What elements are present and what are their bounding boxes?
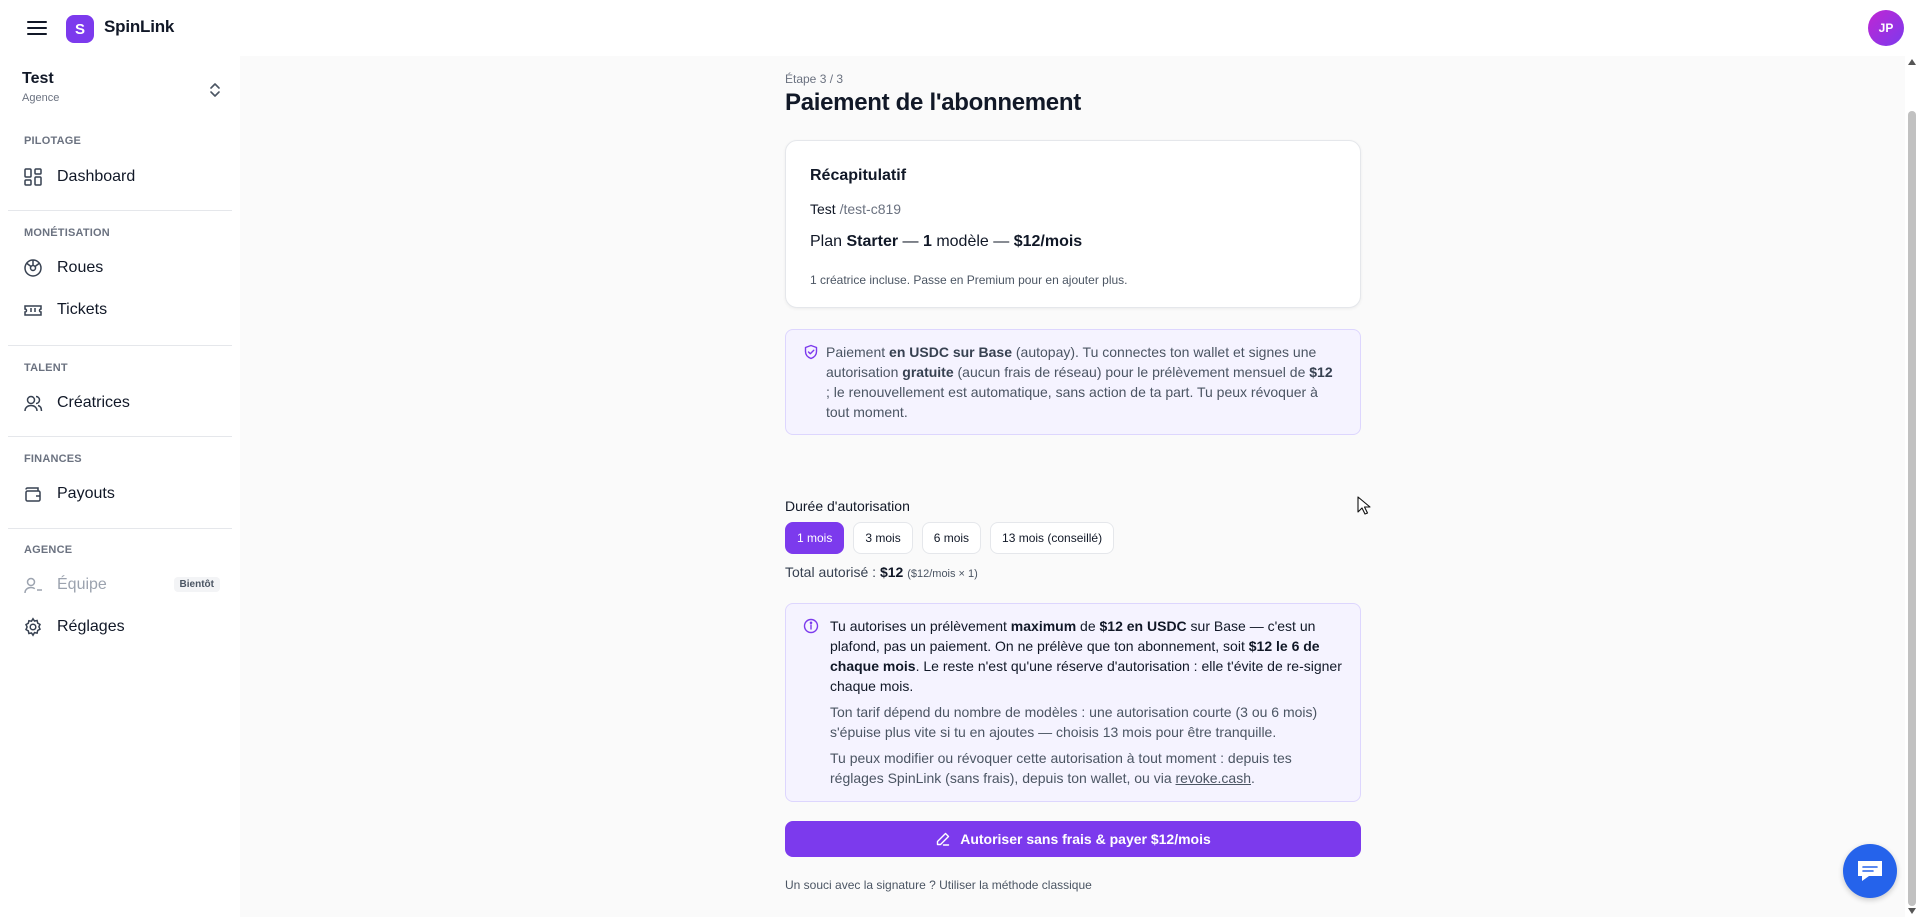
duration-selector: 1 mois 3 mois 6 mois 13 mois (conseillé)	[785, 522, 1115, 554]
plan-models-count: 1	[922, 233, 932, 250]
sidebar-divider	[8, 210, 232, 211]
plan-separator: —	[993, 233, 1010, 250]
workspace-name: Test	[22, 70, 54, 87]
sidebar-item-creatrices[interactable]: Créatrices	[18, 386, 224, 420]
sidebar-item-dashboard[interactable]: Dashboard	[18, 160, 224, 194]
app-logo[interactable]: S	[66, 15, 94, 43]
classic-method-link[interactable]: Un souci avec la signature ? Utiliser la…	[785, 878, 1092, 892]
summary-workspace-slug: /test-c819	[839, 201, 902, 217]
plan-name: Starter	[846, 233, 899, 250]
total-label: Total autorisé :	[785, 564, 877, 580]
wallet-icon	[22, 483, 44, 505]
authorization-paragraph-2: Ton tarif dépend du nombre de modèles : …	[830, 704, 1318, 740]
sidebar-item-label: Roues	[57, 259, 104, 276]
payment-info-box: Paiement en USDC sur Base (autopay). Tu …	[785, 329, 1361, 435]
scroll-up-arrow[interactable]	[1908, 59, 1916, 65]
top-bar: S SpinLink JP	[0, 0, 1920, 56]
section-label-monetisation: MONÉTISATION	[24, 227, 110, 239]
plan-price: $12/mois	[1013, 233, 1083, 250]
authorization-paragraph-3: Tu peux modifier ou révoquer cette autor…	[830, 750, 1292, 786]
sidebar-item-payouts[interactable]: Payouts	[18, 477, 224, 511]
pen-icon	[937, 832, 950, 846]
total-value: $12	[879, 564, 904, 580]
sidebar-item-reglages[interactable]: Réglages	[18, 610, 224, 644]
main-content: Étape 3 / 3 Paiement de l'abonnement Réc…	[240, 56, 1905, 917]
sidebar-item-label: Réglages	[57, 618, 125, 635]
scrollbar-thumb[interactable]	[1908, 111, 1916, 906]
duration-option-1-month[interactable]: 1 mois	[785, 522, 845, 554]
soon-badge: Bientôt	[173, 577, 220, 592]
plan-models-label: modèle	[936, 233, 989, 250]
users-icon	[22, 392, 44, 414]
sidebar: Test Agence PILOTAGE Dashboard MONÉTISAT…	[0, 56, 240, 917]
duration-option-13-months[interactable]: 13 mois (conseillé)	[990, 522, 1115, 554]
section-label-agence: AGENCE	[24, 544, 73, 556]
sidebar-item-label: Créatrices	[57, 394, 130, 411]
chevron-up-down-icon	[208, 80, 222, 100]
scroll-down-arrow[interactable]	[1908, 908, 1916, 914]
duration-option-6-months[interactable]: 6 mois	[921, 522, 982, 554]
gear-icon	[22, 616, 44, 638]
scrollbar[interactable]	[1905, 56, 1920, 917]
duration-option-3-months[interactable]: 3 mois	[853, 522, 913, 554]
sidebar-divider	[8, 345, 232, 346]
sidebar-item-label: Équipe	[57, 576, 107, 593]
sidebar-item-label: Tickets	[57, 301, 108, 318]
team-icon	[22, 574, 44, 596]
sidebar-item-roues[interactable]: Roues	[18, 251, 224, 285]
sidebar-item-label: Payouts	[57, 485, 115, 502]
plan-prefix: Plan	[810, 233, 843, 250]
summary-plan: Plan Starter — 1 modèle — $12/mois	[810, 233, 1082, 251]
shield-check-icon	[803, 344, 819, 360]
mouse-cursor-icon	[1357, 496, 1371, 516]
sidebar-divider	[8, 436, 232, 437]
info-icon	[803, 618, 819, 634]
total-authorized: Total autorisé : $12 ($12/mois × 1)	[785, 564, 978, 580]
wheel-icon	[22, 257, 44, 279]
authorization-info-box: Tu autorises un prélèvement maximum de $…	[785, 603, 1361, 802]
duration-label: Durée d'autorisation	[785, 498, 910, 514]
summary-card: Récapitulatif Test /test-c819 Plan Start…	[785, 140, 1361, 308]
summary-workspace: Test /test-c819	[810, 201, 901, 217]
summary-title: Récapitulatif	[810, 167, 907, 184]
chat-icon	[1858, 861, 1882, 881]
plan-separator: —	[902, 233, 919, 250]
step-indicator: Étape 3 / 3	[785, 72, 844, 86]
revoke-cash-link[interactable]: revoke.cash	[1176, 770, 1251, 786]
dashboard-icon	[22, 166, 44, 188]
page-title: Paiement de l'abonnement	[785, 89, 1081, 116]
workspace-switcher[interactable]: Test Agence	[22, 70, 222, 110]
section-label-finances: FINANCES	[24, 453, 82, 465]
summary-workspace-name: Test	[810, 201, 836, 217]
hamburger-menu-icon[interactable]	[24, 15, 50, 41]
authorize-pay-label: Autoriser sans frais & payer $12/mois	[960, 831, 1211, 847]
user-avatar[interactable]: JP	[1868, 10, 1904, 46]
app-brand[interactable]: SpinLink	[104, 17, 174, 37]
authorization-paragraph-1: Tu autorises un prélèvement maximum de $…	[830, 618, 1342, 694]
sidebar-item-equipe: Équipe Bientôt	[18, 568, 224, 602]
workspace-type: Agence	[22, 92, 60, 104]
chat-support-button[interactable]	[1843, 844, 1897, 898]
summary-note: 1 créatrice incluse. Passe en Premium po…	[810, 273, 1128, 287]
ticket-icon	[22, 299, 44, 321]
authorize-pay-button[interactable]: Autoriser sans frais & payer $12/mois	[785, 821, 1361, 857]
payment-info-text: Paiement en USDC sur Base (autopay). Tu …	[826, 344, 1333, 420]
section-label-pilotage: PILOTAGE	[24, 135, 82, 147]
section-label-talent: TALENT	[24, 362, 68, 374]
total-detail: ($12/mois × 1)	[907, 568, 978, 580]
sidebar-item-tickets[interactable]: Tickets	[18, 293, 224, 327]
sidebar-item-label: Dashboard	[57, 168, 136, 185]
sidebar-divider	[8, 528, 232, 529]
